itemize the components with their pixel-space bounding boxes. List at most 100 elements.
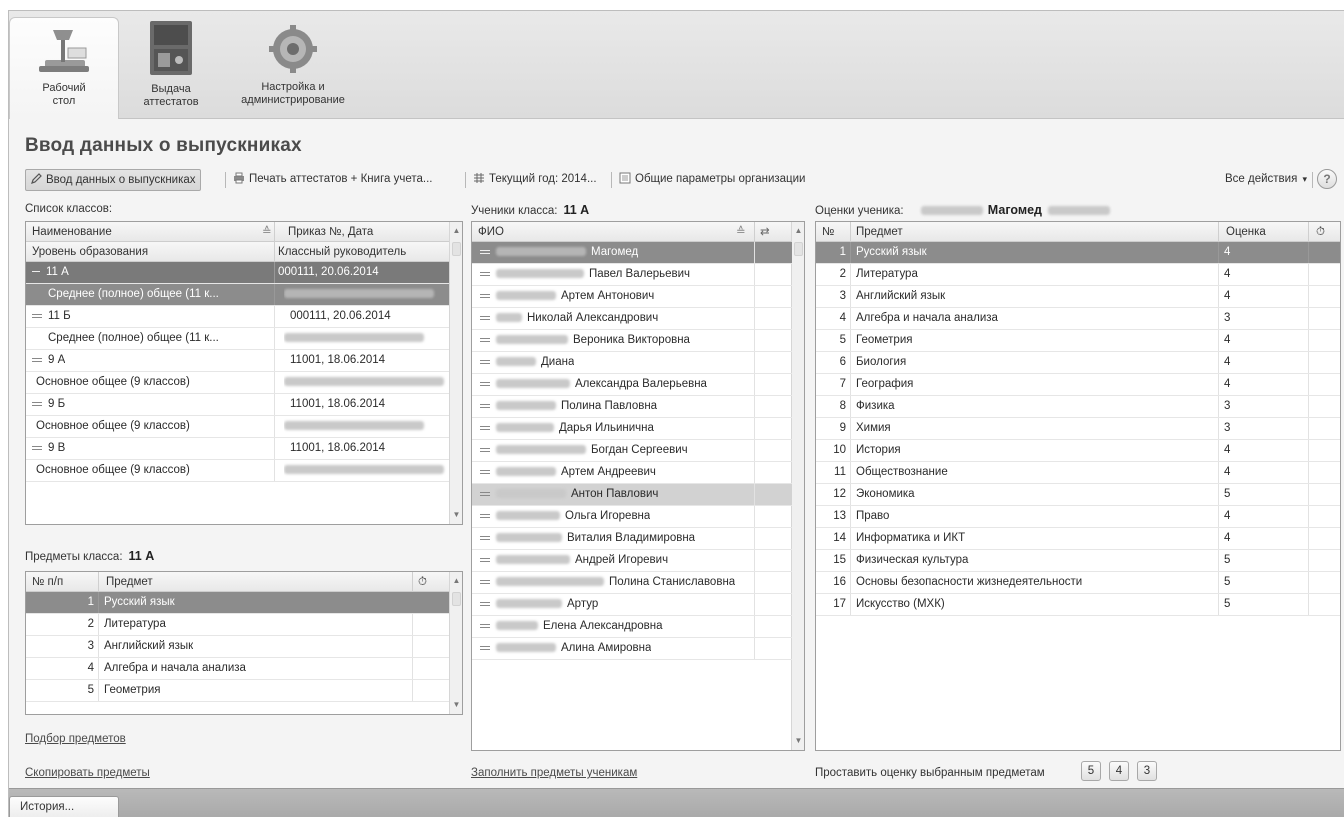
history-button[interactable]: История... (9, 796, 119, 817)
grade-row[interactable]: 17 Искусство (МХК) 5 (816, 594, 1340, 616)
all-actions-button[interactable]: Все действия ▾ (1221, 169, 1311, 191)
class-row-9b-detail[interactable]: Основное общее (9 классов) (26, 416, 450, 438)
grade-value: 4 (1224, 532, 1231, 544)
swap-icon[interactable]: ⇄ (760, 222, 770, 242)
student-row[interactable]: Виталия Владимировна (472, 528, 792, 550)
class-subject-row[interactable]: 2 Литература (26, 614, 450, 636)
class-subject-row[interactable]: 1 Русский язык (26, 592, 450, 614)
input-data-button[interactable]: Ввод данных о выпускниках (25, 169, 201, 191)
student-row[interactable]: Артем Андреевич (472, 462, 792, 484)
scroll-up-icon[interactable]: ▲ (792, 224, 804, 238)
grade-value: 5 (1224, 488, 1231, 500)
toolbar: Ввод данных о выпускниках Печать аттеста… (25, 169, 1341, 193)
grade-row[interactable]: 6 Биология 4 (816, 352, 1340, 374)
copy-subjects-link[interactable]: Скопировать предметы (25, 767, 150, 779)
grade-num: 14 (833, 532, 846, 544)
col-subject-header[interactable]: Предмет (856, 222, 903, 242)
class-row-9b[interactable]: 9 Б 11001, 18.06.2014 (26, 394, 450, 416)
section-certificates[interactable]: Выдача аттестатов (119, 17, 223, 119)
scroll-up-icon[interactable]: ▲ (450, 574, 462, 588)
students-scrollbar[interactable]: ▲ ▼ (791, 222, 804, 750)
pick-subjects-link[interactable]: Подбор предметов (25, 733, 126, 745)
grade-row[interactable]: 2 Литература 4 (816, 264, 1340, 286)
col-name-header[interactable]: Наименование (32, 222, 112, 242)
student-row[interactable]: Артем Антонович (472, 286, 792, 308)
class-subject-row[interactable]: 4 Алгебра и начала анализа (26, 658, 450, 680)
section-settings[interactable]: Настройка и администрирование (223, 17, 363, 119)
col-num-header[interactable]: № (822, 222, 834, 242)
col-level-header[interactable]: Уровень образования (32, 242, 148, 262)
scroll-down-icon[interactable]: ▼ (450, 508, 462, 522)
grade-row[interactable]: 11 Обществознание 4 (816, 462, 1340, 484)
grade-row[interactable]: 8 Физика 3 (816, 396, 1340, 418)
section-desktop[interactable]: Рабочий стол (9, 17, 119, 119)
student-row[interactable]: Дарья Ильинична (472, 418, 792, 440)
grade-row[interactable]: 15 Физическая культура 5 (816, 550, 1340, 572)
col-order-header[interactable]: Приказ №, Дата (288, 222, 373, 242)
col-teacher-header[interactable]: Классный руководитель (278, 242, 406, 262)
print-button[interactable]: Печать аттестатов + Книга учета... (229, 169, 436, 191)
student-row[interactable]: Павел Валерьевич (472, 264, 792, 286)
grade-row[interactable]: 4 Алгебра и начала анализа 3 (816, 308, 1340, 330)
grade-row[interactable]: 3 Английский язык 4 (816, 286, 1340, 308)
student-row[interactable]: Ольга Игоревна (472, 506, 792, 528)
grade-row[interactable]: 10 История 4 (816, 440, 1340, 462)
grade-row[interactable]: 7 География 4 (816, 374, 1340, 396)
class-row-9a[interactable]: 9 А 11001, 18.06.2014 (26, 350, 450, 372)
grade-row[interactable]: 16 Основы безопасности жизнедеятельности 5 (816, 572, 1340, 594)
scroll-thumb[interactable] (794, 242, 803, 256)
grade-row[interactable]: 9 Химия 3 (816, 418, 1340, 440)
current-year-button[interactable]: Текущий год: 2014... (469, 169, 601, 191)
class-row-11b-detail[interactable]: Среднее (полное) общее (11 к... (26, 328, 450, 350)
scroll-up-icon[interactable]: ▲ (450, 224, 462, 238)
class-row-9a-detail[interactable]: Основное общее (9 классов) (26, 372, 450, 394)
grade-row[interactable]: 1 Русский язык 4 (816, 242, 1340, 264)
class-subjects-scrollbar[interactable]: ▲ ▼ (449, 572, 462, 714)
student-row[interactable]: Андрей Игоревич (472, 550, 792, 572)
grade-row[interactable]: 13 Право 4 (816, 506, 1340, 528)
class-row-11a[interactable]: 11 А 000111, 20.06.2014 (26, 262, 450, 284)
scroll-down-icon[interactable]: ▼ (450, 698, 462, 712)
toolbar-separator (611, 172, 612, 188)
student-row[interactable]: Диана (472, 352, 792, 374)
col-grade-header[interactable]: Оценка (1226, 222, 1266, 242)
grade-row[interactable]: 14 Информатика и ИКТ 4 (816, 528, 1340, 550)
student-row[interactable]: Александра Валерьевна (472, 374, 792, 396)
org-params-button[interactable]: Общие параметры организации (615, 169, 809, 191)
grade-5-button[interactable]: 5 (1081, 761, 1101, 781)
classes-scrollbar[interactable]: ▲ ▼ (449, 222, 462, 524)
grade-row[interactable]: 12 Экономика 5 (816, 484, 1340, 506)
student-row[interactable]: Магомед (472, 242, 792, 264)
class-row-9v[interactable]: 9 В 11001, 18.06.2014 (26, 438, 450, 460)
grade-4-button[interactable]: 4 (1109, 761, 1129, 781)
row-marker-icon (480, 403, 490, 408)
student-row[interactable]: Алина Амировна (472, 638, 792, 660)
fill-subjects-link[interactable]: Заполнить предметы ученикам (471, 767, 637, 779)
student-row[interactable]: Богдан Сергеевич (472, 440, 792, 462)
student-row[interactable]: Вероника Викторовна (472, 330, 792, 352)
student-row[interactable]: Николай Александрович (472, 308, 792, 330)
student-row[interactable]: Полина Павловна (472, 396, 792, 418)
surname-blurred (496, 335, 568, 345)
scroll-down-icon[interactable]: ▼ (792, 734, 804, 748)
scroll-thumb[interactable] (452, 242, 461, 256)
class-row-11a-detail[interactable]: Среднее (полное) общее (11 к... (26, 284, 450, 306)
cell-divider (850, 506, 851, 527)
grade-3-button[interactable]: 3 (1137, 761, 1157, 781)
class-row-9v-detail[interactable]: Основное общее (9 классов) (26, 460, 450, 482)
col-num-header[interactable]: № п/п (32, 572, 63, 592)
col-fio-header[interactable]: ФИО (478, 222, 504, 242)
student-row[interactable]: Елена Александровна (472, 616, 792, 638)
class-subject-row[interactable]: 3 Английский язык (26, 636, 450, 658)
scroll-thumb[interactable] (452, 592, 461, 606)
class-row-11b[interactable]: 11 Б 000111, 20.06.2014 (26, 306, 450, 328)
col-subject-header[interactable]: Предмет (106, 572, 153, 592)
student-row[interactable]: Артур (472, 594, 792, 616)
class-subject-row[interactable]: 5 Геометрия (26, 680, 450, 702)
student-name: Алина Амировна (561, 642, 652, 654)
help-button[interactable]: ? (1317, 169, 1337, 189)
student-row[interactable]: Полина Станиславовна (472, 572, 792, 594)
student-row[interactable]: Антон Павлович (472, 484, 792, 506)
grade-row[interactable]: 5 Геометрия 4 (816, 330, 1340, 352)
class-level: Основное общее (9 классов) (36, 464, 190, 476)
